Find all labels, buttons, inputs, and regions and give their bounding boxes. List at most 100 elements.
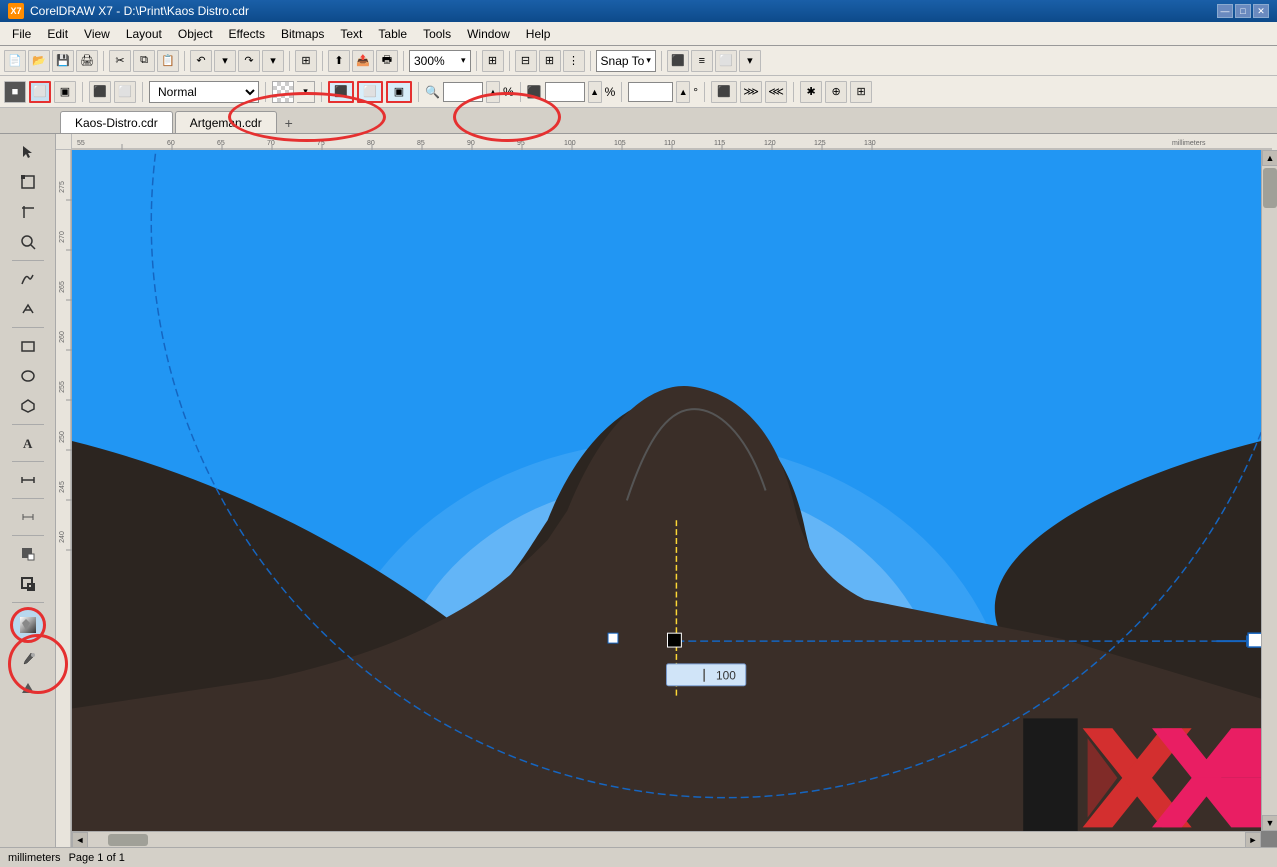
menu-view[interactable]: View xyxy=(76,25,118,43)
menu-text[interactable]: Text xyxy=(332,25,370,43)
save-button[interactable]: 💾 xyxy=(52,50,74,72)
smart-fill-tool[interactable] xyxy=(13,675,43,703)
more-btn1[interactable]: ⬛ xyxy=(711,81,737,103)
drawing-canvas[interactable]: 100 xyxy=(72,150,1277,847)
opacity1-input[interactable]: 100 xyxy=(443,82,483,102)
obj-type-btn1[interactable]: ■ xyxy=(4,81,26,103)
more-btn5[interactable]: ⊕ xyxy=(825,81,847,103)
polygon-tool[interactable] xyxy=(13,392,43,420)
dimension-tool[interactable] xyxy=(13,466,43,494)
minimize-button[interactable]: — xyxy=(1217,4,1233,18)
crop-tool[interactable] xyxy=(13,198,43,226)
scroll-thumb[interactable] xyxy=(1263,168,1277,208)
svg-text:95: 95 xyxy=(517,140,525,147)
tab-artgeman[interactable]: Artgeman.cdr xyxy=(175,111,277,133)
angle-up[interactable]: ▲ xyxy=(676,81,690,103)
cut-button[interactable]: ✂ xyxy=(109,50,131,72)
menu-tools[interactable]: Tools xyxy=(415,25,459,43)
canvas-container: 55 60 65 70 75 80 85 90 95 xyxy=(56,134,1277,847)
rect-tool[interactable] xyxy=(13,332,43,360)
options2-button[interactable]: ≡ xyxy=(691,50,713,72)
obj-arrange-btn2[interactable]: ⬜ xyxy=(114,81,136,103)
outline-tool[interactable] xyxy=(13,570,43,598)
freehand-tool[interactable] xyxy=(13,265,43,293)
menu-object[interactable]: Object xyxy=(170,25,221,43)
export-button[interactable]: 📤 xyxy=(352,50,374,72)
menu-edit[interactable]: Edit xyxy=(39,25,76,43)
new-button[interactable]: 📄 xyxy=(4,50,26,72)
menu-bitmaps[interactable]: Bitmaps xyxy=(273,25,332,43)
obj-type-btn2[interactable]: ⬜ xyxy=(29,81,51,103)
more-btn2[interactable]: ⋙ xyxy=(740,81,762,103)
ellipse-tool[interactable] xyxy=(13,362,43,390)
print-merge-button[interactable]: 🖶 xyxy=(376,50,398,72)
opacity1-up[interactable]: ▲ xyxy=(486,81,500,103)
mode-btn-behind[interactable]: ▣ xyxy=(386,81,412,103)
import-button[interactable]: ⊞ xyxy=(295,50,317,72)
zoom-to-fit[interactable]: ⊞ xyxy=(482,50,504,72)
text-tool[interactable]: A xyxy=(13,429,43,457)
shape-edit-tool[interactable] xyxy=(13,168,43,196)
scroll-left-btn[interactable]: ◄ xyxy=(72,832,88,847)
blend-tool[interactable] xyxy=(13,503,43,531)
blend-mode-select[interactable]: Normal Multiply Screen Overlay xyxy=(149,81,259,103)
scrollbar-vertical[interactable]: ▲ ▼ xyxy=(1261,150,1277,831)
redo-dropdown[interactable]: ▾ xyxy=(262,50,284,72)
interactive-fill-tool[interactable] xyxy=(10,607,46,643)
sep5 xyxy=(403,51,404,71)
options4-dropdown[interactable]: ▾ xyxy=(739,50,761,72)
zoom-tool[interactable] xyxy=(13,228,43,256)
maximize-button[interactable]: □ xyxy=(1235,4,1251,18)
options1-button[interactable]: ⬛ xyxy=(667,50,689,72)
print-button[interactable]: 🖨 xyxy=(76,50,98,72)
scrollbar-horizontal[interactable]: ◄ ► xyxy=(72,831,1261,847)
rulers-button[interactable]: ⊟ xyxy=(515,50,537,72)
menu-table[interactable]: Table xyxy=(370,25,415,43)
zoom-input[interactable]: 300% xyxy=(414,54,459,68)
menu-help[interactable]: Help xyxy=(518,25,559,43)
select-tool[interactable] xyxy=(13,138,43,166)
scroll-right-btn[interactable]: ► xyxy=(1245,832,1261,847)
snap-to-control: Snap To ▾ xyxy=(596,50,656,72)
grid-button[interactable]: ⊞ xyxy=(539,50,561,72)
mode-btn-merge[interactable]: ⬛ xyxy=(328,81,354,103)
add-tab-button[interactable]: + xyxy=(279,113,299,133)
snap-to-dropdown[interactable]: ▾ xyxy=(646,55,651,66)
more-btn6[interactable]: ⊞ xyxy=(850,81,872,103)
sep-t3 xyxy=(265,82,266,102)
transparency-dropdown[interactable]: ▾ xyxy=(297,81,315,103)
fill-tool[interactable] xyxy=(13,540,43,568)
menu-effects[interactable]: Effects xyxy=(221,25,273,43)
tab-kaos-distro[interactable]: Kaos-Distro.cdr xyxy=(60,111,173,133)
open-button[interactable]: 📂 xyxy=(28,50,50,72)
transparency-preview[interactable] xyxy=(272,81,294,103)
menu-window[interactable]: Window xyxy=(459,25,518,43)
more-btn3[interactable]: ⋘ xyxy=(765,81,787,103)
menu-layout[interactable]: Layout xyxy=(118,25,170,43)
undo-dropdown[interactable]: ▾ xyxy=(214,50,236,72)
more-btn4[interactable]: ✱ xyxy=(800,81,822,103)
scroll-down-btn[interactable]: ▼ xyxy=(1262,815,1277,831)
obj-type-btn3[interactable]: ▣ xyxy=(54,81,76,103)
opacity2-input[interactable]: 100 xyxy=(545,82,585,102)
copy-button[interactable]: ⧉ xyxy=(133,50,155,72)
scroll-h-thumb[interactable] xyxy=(108,834,148,846)
left-sep1 xyxy=(12,260,44,261)
smart-draw-tool[interactable] xyxy=(13,295,43,323)
redo-button[interactable]: ↷ xyxy=(238,50,260,72)
svg-text:A: A xyxy=(23,436,33,451)
opacity2-up[interactable]: ▲ xyxy=(588,81,602,103)
publish-button[interactable]: ⬆ xyxy=(328,50,350,72)
undo-button[interactable]: ↶ xyxy=(190,50,212,72)
snap-button[interactable]: ⋮ xyxy=(563,50,585,72)
angle-input[interactable]: -0,8 xyxy=(628,82,673,102)
scroll-up-btn[interactable]: ▲ xyxy=(1262,150,1277,166)
close-button[interactable]: ✕ xyxy=(1253,4,1269,18)
options3-button[interactable]: ⬜ xyxy=(715,50,737,72)
paste-button[interactable]: 📋 xyxy=(157,50,179,72)
obj-arrange-btn1[interactable]: ⬛ xyxy=(89,81,111,103)
zoom-dropdown-btn[interactable]: ▾ xyxy=(461,55,466,66)
eyedropper-tool[interactable] xyxy=(13,645,43,673)
mode-btn-normal[interactable]: ⬜ xyxy=(357,81,383,103)
menu-file[interactable]: File xyxy=(4,25,39,43)
